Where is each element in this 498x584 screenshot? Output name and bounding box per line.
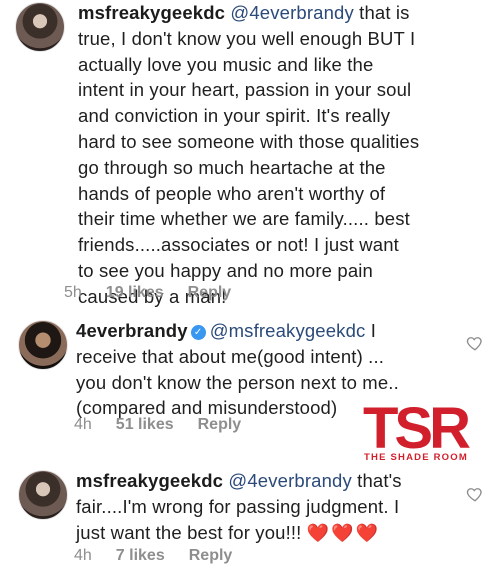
comment-meta: 4h 7 likes Reply bbox=[74, 547, 232, 565]
reply-button[interactable]: Reply bbox=[198, 416, 242, 434]
reply-button[interactable]: Reply bbox=[189, 547, 233, 565]
avatar[interactable] bbox=[18, 320, 68, 370]
likes-count[interactable]: 51 likes bbox=[116, 416, 174, 434]
heart-outline-icon[interactable] bbox=[466, 334, 484, 352]
comment-text: msfreakygeekdc @4everbrandy that is true… bbox=[78, 2, 420, 307]
mention-link[interactable]: @msfreakygeekdc bbox=[210, 320, 366, 341]
avatar[interactable] bbox=[15, 2, 65, 52]
comment-meta: 4h 51 likes Reply bbox=[74, 416, 241, 434]
reply-button[interactable]: Reply bbox=[188, 284, 232, 302]
comment-time: 5h bbox=[64, 284, 82, 301]
username[interactable]: msfreakygeekdc bbox=[78, 2, 225, 23]
comment-meta: 5h 19 likes Reply bbox=[64, 284, 231, 302]
username[interactable]: 4everbrandy bbox=[76, 320, 188, 341]
heart-emoji: ❤️❤️❤️ bbox=[306, 522, 380, 543]
comment-time: 4h bbox=[74, 416, 92, 433]
likes-count[interactable]: 7 likes bbox=[116, 547, 165, 565]
comment-text: msfreakygeekdc @4everbrandy that's fair.… bbox=[76, 470, 402, 543]
heart-outline-icon[interactable] bbox=[466, 485, 484, 503]
comment-time: 4h bbox=[74, 547, 92, 564]
likes-count[interactable]: 19 likes bbox=[106, 284, 164, 302]
avatar[interactable] bbox=[18, 470, 68, 520]
mention-link[interactable]: @4everbrandy bbox=[230, 2, 353, 23]
mention-link[interactable]: @4everbrandy bbox=[228, 470, 351, 491]
watermark-subtitle: THE SHADE ROOM bbox=[364, 452, 468, 463]
verified-badge-icon: ✓ bbox=[190, 325, 206, 340]
username[interactable]: msfreakygeekdc bbox=[76, 470, 223, 491]
